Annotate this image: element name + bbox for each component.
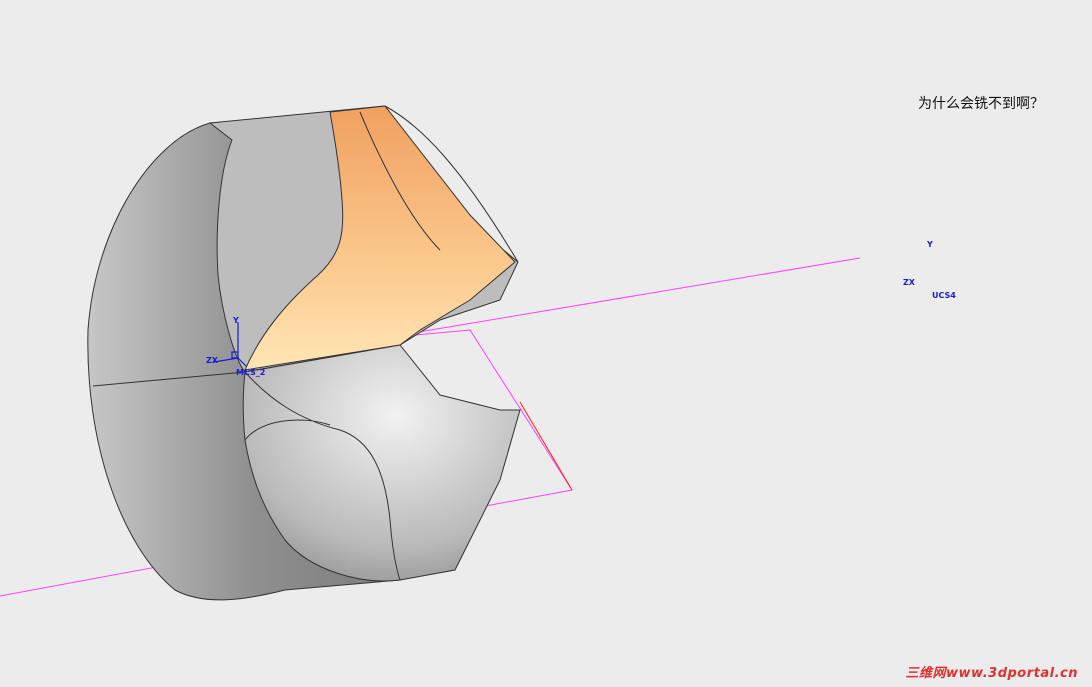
question-annotation: 为什么会铣不到啊？: [918, 96, 1044, 112]
csys-mcs-axis-label: ZX: [206, 356, 218, 365]
work-plane-red-edge: [519, 401, 573, 491]
csys-ucs-name: UCS4: [932, 291, 956, 300]
csys-ucs-y-label: Y: [927, 240, 933, 249]
csys-mcs-y-label: Y: [233, 316, 239, 325]
stock-body[interactable]: [87, 105, 521, 601]
csys-mcs-name: MCS_2: [236, 368, 266, 377]
csys-ucs-axis-label: ZX: [903, 278, 915, 287]
watermark: 三维网www.3dportal.cn: [905, 666, 1078, 681]
